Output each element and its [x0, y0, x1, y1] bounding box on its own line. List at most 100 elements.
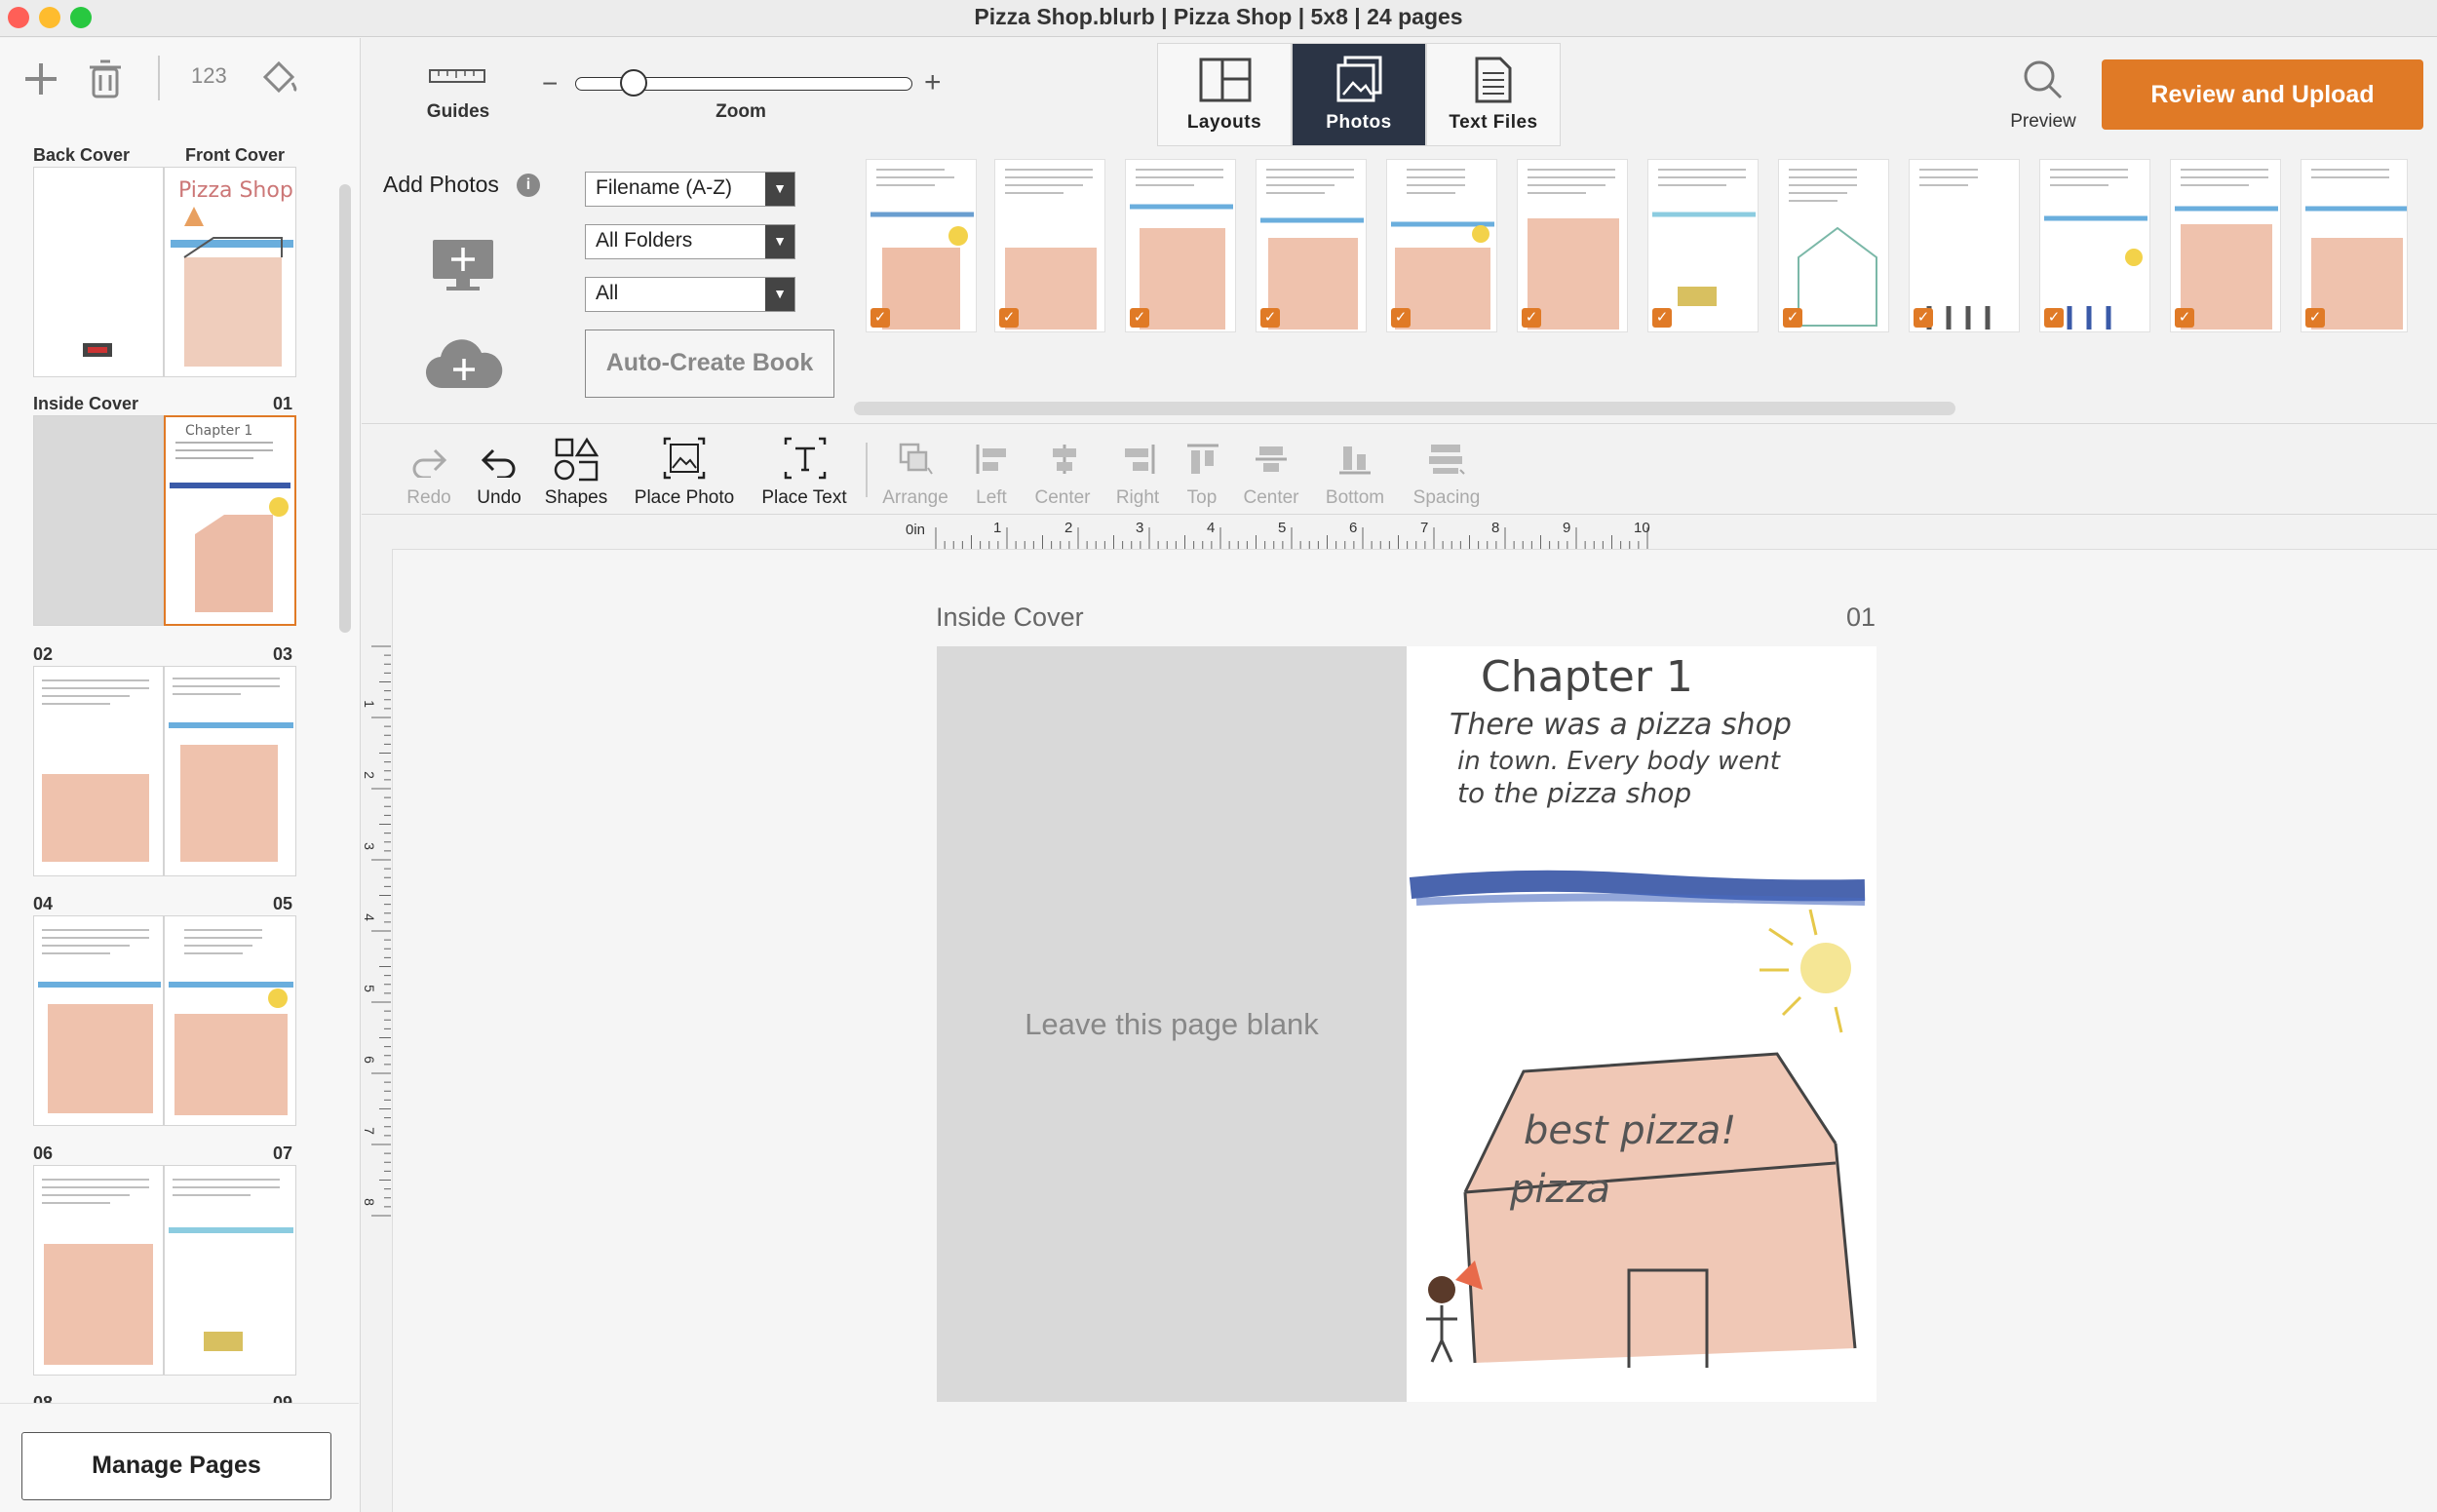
checkmark-icon[interactable]: ✓ [2305, 308, 2325, 328]
align-top-button[interactable]: Top [1176, 425, 1228, 515]
manage-pages-button[interactable]: Manage Pages [21, 1432, 331, 1500]
photo-thumbnail[interactable]: ✓ [1778, 159, 1889, 332]
auto-create-book-button[interactable]: Auto-Create Book [585, 330, 834, 398]
left-page-label: Inside Cover [936, 602, 1084, 632]
ruler-origin-label: 0in [906, 522, 926, 538]
photo-thumbnail[interactable]: ✓ [1909, 159, 2020, 332]
place-text-button[interactable]: Place Text [751, 425, 858, 515]
toolbar-divider [866, 443, 868, 497]
page-06-thumbnail[interactable] [33, 1165, 164, 1376]
page-05-thumbnail[interactable] [164, 915, 296, 1126]
checkmark-icon[interactable]: ✓ [1783, 308, 1802, 328]
checkmark-icon[interactable]: ✓ [870, 308, 890, 328]
folder-select-value: All Folders [596, 229, 693, 252]
ruler-label: 8 [361, 1198, 377, 1206]
page-02-thumbnail[interactable] [33, 666, 164, 876]
checkmark-icon[interactable]: ✓ [2044, 308, 2064, 328]
photo-thumbnail[interactable]: ✓ [1125, 159, 1236, 332]
align-middle-button[interactable]: Center [1234, 425, 1308, 515]
vertical-ruler: 1 2 3 4 5 6 7 8 [362, 549, 391, 1512]
redo-button[interactable]: Redo [394, 425, 464, 515]
folder-select[interactable]: All Folders ▼ [585, 224, 795, 259]
toolbar-divider [158, 56, 160, 100]
page-01-thumbnail[interactable]: Chapter 1 [164, 415, 296, 626]
checkmark-icon[interactable]: ✓ [1652, 308, 1672, 328]
photo-thumbnail[interactable]: ✓ [1517, 159, 1628, 332]
add-photos-label: Add Photos [383, 172, 499, 197]
preview-search-icon[interactable] [2022, 58, 2065, 101]
zoom-out-button[interactable]: − [542, 68, 558, 99]
zoom-in-button[interactable]: + [924, 66, 942, 99]
align-bottom-button[interactable]: Bottom [1316, 425, 1394, 515]
page-01-photo[interactable]: Chapter 1 There was a pizza shop in town… [1407, 646, 1876, 1402]
tab-layouts[interactable]: Layouts [1157, 43, 1292, 146]
zoom-slider-handle[interactable] [620, 69, 647, 97]
photo-thumbnail[interactable]: ✓ [1386, 159, 1497, 332]
guides-label: Guides [426, 101, 490, 122]
sidebar-scrollbar[interactable] [339, 184, 351, 633]
photo-thumbnail[interactable]: ✓ [994, 159, 1105, 332]
tab-text-files[interactable]: Text Files [1426, 43, 1561, 146]
back-cover-thumbnail[interactable] [33, 167, 164, 377]
photo-thumbnail[interactable]: ✓ [1647, 159, 1759, 332]
sort-select[interactable]: Filename (A-Z) ▼ [585, 172, 795, 207]
zoom-label: Zoom [716, 101, 766, 122]
page-07-thumbnail[interactable] [164, 1165, 296, 1376]
photo-thumbnail[interactable]: ✓ [866, 159, 977, 332]
filter-select[interactable]: All ▼ [585, 277, 795, 312]
spread-label-page-04: 04 [33, 894, 54, 913]
photo-thumbnail[interactable]: ✓ [2170, 159, 2281, 332]
trash-icon[interactable] [88, 58, 123, 100]
align-right-button[interactable]: Right [1102, 425, 1174, 515]
tab-text-files-label: Text Files [1449, 112, 1538, 133]
ruler-label: 7 [1420, 520, 1429, 536]
ruler-label: 6 [1349, 520, 1358, 536]
checkmark-icon[interactable]: ✓ [1391, 308, 1411, 328]
ruler-label: 5 [1278, 520, 1287, 536]
arrange-button[interactable]: Arrange [873, 425, 957, 515]
spread-label-inside-cover: Inside Cover [33, 394, 139, 413]
page-04-thumbnail[interactable] [33, 915, 164, 1126]
ruler-label: 1 [993, 520, 1002, 536]
sort-select-value: Filename (A-Z) [596, 176, 733, 199]
ruler-label: 5 [361, 985, 377, 992]
page-03-thumbnail[interactable] [164, 666, 296, 876]
svg-text:Chapter 1: Chapter 1 [185, 423, 252, 439]
ruler-label: 1 [361, 700, 377, 708]
tab-layouts-label: Layouts [1186, 112, 1262, 133]
photos-scrollbar[interactable] [854, 402, 1955, 415]
chevron-down-icon: ▼ [765, 173, 794, 206]
ruler-guides-icon[interactable] [429, 66, 485, 86]
info-icon[interactable]: i [517, 174, 540, 197]
spread-label-page-03: 03 [273, 644, 293, 664]
undo-button[interactable]: Undo [464, 425, 534, 515]
align-left-button[interactable]: Left [957, 425, 1025, 515]
tab-photos[interactable]: Photos [1292, 43, 1426, 146]
ruler-label: 2 [1064, 520, 1073, 536]
place-photo-button[interactable]: Place Photo [628, 425, 741, 515]
shapes-button[interactable]: Shapes [534, 425, 618, 515]
spread-label-page-05: 05 [273, 894, 293, 913]
front-cover-thumbnail[interactable]: Pizza Shop [164, 167, 296, 377]
checkmark-icon[interactable]: ✓ [1260, 308, 1280, 328]
spread-label-page-07: 07 [273, 1144, 293, 1163]
paint-bucket-icon[interactable] [257, 58, 298, 98]
checkmark-icon[interactable]: ✓ [999, 308, 1019, 328]
add-from-computer-icon[interactable] [431, 238, 495, 292]
checkmark-icon[interactable]: ✓ [1130, 308, 1149, 328]
tab-photos-label: Photos [1326, 112, 1392, 133]
inside-cover-thumbnail[interactable] [33, 415, 164, 626]
checkmark-icon[interactable]: ✓ [1914, 308, 1933, 328]
add-from-cloud-icon[interactable] [425, 339, 503, 390]
align-center-button[interactable]: Center [1025, 425, 1100, 515]
review-and-upload-button[interactable]: Review and Upload [2102, 59, 2423, 130]
preview-label[interactable]: Preview [1994, 111, 2092, 133]
checkmark-icon[interactable]: ✓ [2175, 308, 2194, 328]
checkmark-icon[interactable]: ✓ [1522, 308, 1541, 328]
add-page-icon[interactable] [21, 59, 60, 98]
photo-thumbnail[interactable]: ✓ [2039, 159, 2150, 332]
photo-thumbnail[interactable]: ✓ [2301, 159, 2408, 332]
page-numbers-toggle[interactable]: 123 [191, 63, 227, 89]
photo-thumbnail[interactable]: ✓ [1256, 159, 1367, 332]
spacing-button[interactable]: Spacing [1404, 425, 1489, 515]
